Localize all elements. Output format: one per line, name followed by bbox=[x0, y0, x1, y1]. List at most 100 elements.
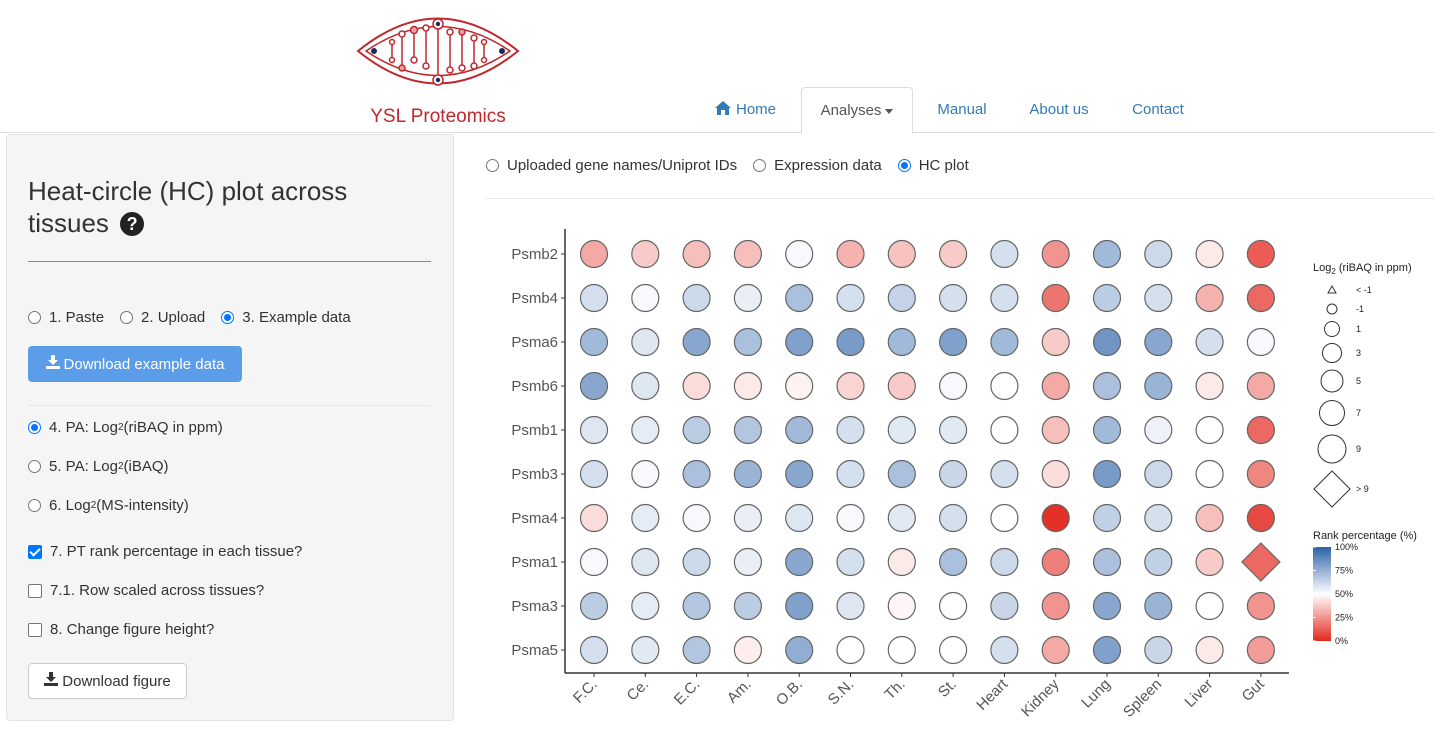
row-label: Psma5 bbox=[511, 642, 558, 659]
hc-plot: Psmb2 Psmb4 Psma6 Psmb6 Psmb1 Psmb3 Psma4 Psma1… bbox=[486, 205, 1435, 737]
radio-example[interactable] bbox=[221, 311, 235, 324]
heat-circle bbox=[682, 327, 711, 357]
heat-circle bbox=[1246, 635, 1276, 665]
column-label: Liver bbox=[1181, 676, 1216, 711]
brand-logo[interactable]: YSL Proteomics bbox=[352, 6, 524, 130]
size-legend-circle bbox=[1320, 369, 1344, 393]
heat-diamond bbox=[1241, 542, 1281, 582]
heat-circle bbox=[1092, 415, 1122, 445]
heat-circle bbox=[733, 327, 762, 357]
radio-expression[interactable] bbox=[753, 159, 767, 172]
download-figure-button[interactable]: Download figure bbox=[28, 663, 187, 699]
column-label: Ce. bbox=[624, 676, 653, 705]
heat-circle bbox=[631, 459, 660, 489]
checkbox-row-scaled-box[interactable] bbox=[28, 583, 42, 598]
column-label: Lung bbox=[1078, 676, 1114, 712]
radio-uploaded-ids[interactable] bbox=[486, 159, 499, 172]
heat-circle bbox=[1092, 459, 1122, 489]
heat-circle bbox=[990, 459, 1019, 489]
heat-circle bbox=[1041, 459, 1070, 489]
size-legend-label: > 9 bbox=[1356, 484, 1369, 494]
heat-circle bbox=[1195, 503, 1224, 533]
download-example-button[interactable]: Download example data bbox=[28, 346, 242, 382]
download-figure-label: Download figure bbox=[62, 673, 171, 690]
pa-option-ibaq[interactable]: 5. PA: Log 2 (iBAQ) bbox=[28, 458, 169, 475]
heat-circle bbox=[1092, 283, 1122, 313]
heat-circle bbox=[939, 635, 968, 665]
color-legend-label: 25% bbox=[1335, 613, 1353, 623]
checkbox-rank-label: 7. PT rank percentage in each tissue? bbox=[50, 543, 303, 560]
checkbox-rank-box[interactable] bbox=[28, 544, 42, 559]
checkbox-height[interactable]: 8. Change figure height? bbox=[28, 621, 214, 638]
color-legend-title: Rank percentage (%) bbox=[1313, 530, 1417, 542]
heat-circle bbox=[1195, 371, 1224, 401]
heat-circle bbox=[939, 547, 968, 577]
radio-paste[interactable] bbox=[28, 311, 41, 324]
heat-circle bbox=[1041, 327, 1070, 357]
pa-option-ribaq[interactable]: 4. PA: Log 2 (riBAQ in ppm) bbox=[28, 419, 223, 436]
heat-circle bbox=[631, 327, 660, 357]
size-legend-circle bbox=[1324, 321, 1340, 337]
radio-upload[interactable] bbox=[120, 311, 134, 324]
heat-circle bbox=[1144, 635, 1173, 665]
size-legend-circle bbox=[1322, 343, 1342, 363]
heat-circle bbox=[631, 283, 660, 313]
nav-home[interactable]: Home bbox=[700, 87, 790, 132]
radio-ibaq[interactable] bbox=[28, 460, 41, 473]
nav-analyses[interactable]: Analyses bbox=[801, 87, 913, 134]
size-legend-triangle bbox=[1327, 284, 1337, 294]
nav-about[interactable]: About us bbox=[1014, 87, 1104, 132]
radio-upload-label[interactable]: 2. Upload bbox=[141, 309, 205, 326]
heat-circle bbox=[939, 371, 968, 401]
radio-hc-plot[interactable] bbox=[897, 159, 911, 172]
checkbox-height-box[interactable] bbox=[28, 622, 42, 637]
heat-circle bbox=[631, 591, 660, 621]
download-icon bbox=[44, 664, 59, 698]
radio-uploaded-ids-label[interactable]: Uploaded gene names/Uniprot IDs bbox=[507, 157, 737, 174]
heat-circle bbox=[836, 635, 865, 665]
heat-circle bbox=[785, 503, 814, 533]
size-legend-label: -1 bbox=[1356, 304, 1364, 314]
size-legend-diamond bbox=[1313, 470, 1351, 508]
color-legend-label: 100% bbox=[1335, 542, 1358, 552]
heat-circle bbox=[733, 459, 762, 489]
heat-circle bbox=[887, 327, 916, 357]
heat-circle bbox=[733, 371, 762, 401]
heat-circle bbox=[939, 327, 968, 357]
heat-circle bbox=[785, 459, 814, 489]
size-legend-label: 3 bbox=[1356, 348, 1361, 358]
size-legend-label: 9 bbox=[1356, 444, 1361, 454]
heat-circle bbox=[887, 591, 916, 621]
radio-ms[interactable] bbox=[28, 499, 41, 512]
sidebar-title: Heat-circle (HC) plot across tissues ? bbox=[28, 175, 368, 239]
heat-circle bbox=[733, 503, 762, 533]
ms-prefix: 6. Log bbox=[49, 497, 91, 514]
radio-paste-label[interactable]: 1. Paste bbox=[49, 309, 104, 326]
heat-circle bbox=[1092, 635, 1122, 665]
divider bbox=[28, 405, 431, 406]
help-icon[interactable]: ? bbox=[120, 212, 145, 236]
nav-manual[interactable]: Manual bbox=[922, 87, 1002, 132]
heat-circle bbox=[990, 239, 1019, 269]
pa-option-ms[interactable]: 6. Log 2 (MS-intensity) bbox=[28, 497, 189, 514]
checkbox-rank[interactable]: 7. PT rank percentage in each tissue? bbox=[28, 543, 302, 560]
checkbox-row-scaled[interactable]: 7.1. Row scaled across tissues? bbox=[28, 582, 264, 599]
heat-circle bbox=[1144, 371, 1173, 401]
heat-circle bbox=[836, 327, 865, 357]
heat-circle bbox=[1195, 591, 1224, 621]
download-example-label: Download example data bbox=[63, 356, 225, 373]
row-label: Psmb2 bbox=[511, 246, 558, 263]
heat-circle bbox=[1144, 547, 1173, 577]
heat-circle bbox=[836, 371, 865, 401]
sidebar-title-text: Heat-circle (HC) plot across tissues bbox=[28, 176, 348, 238]
heat-circle bbox=[990, 635, 1019, 665]
radio-hc-plot-label[interactable]: HC plot bbox=[919, 157, 969, 174]
radio-example-label[interactable]: 3. Example data bbox=[242, 309, 350, 326]
heat-circle bbox=[682, 547, 711, 577]
radio-expression-label[interactable]: Expression data bbox=[774, 157, 882, 174]
radio-ribaq[interactable] bbox=[28, 421, 41, 434]
row-label: Psmb6 bbox=[511, 378, 558, 395]
ms-suffix: (MS-intensity) bbox=[96, 497, 189, 514]
nav-contact[interactable]: Contact bbox=[1116, 87, 1200, 132]
heat-circle bbox=[836, 547, 865, 577]
